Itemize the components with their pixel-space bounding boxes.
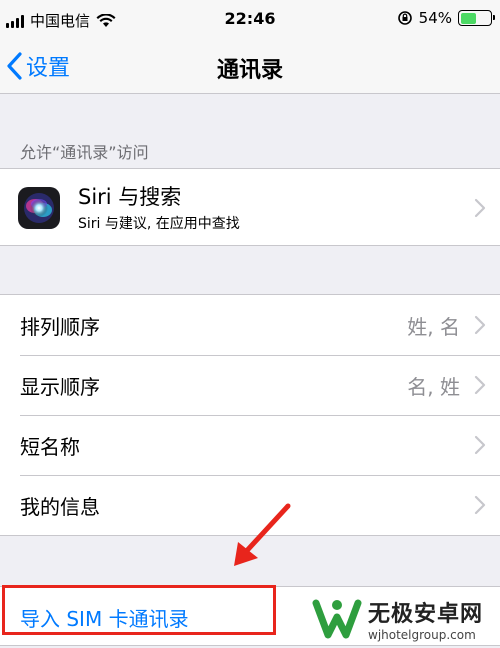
siri-subtitle: Siri 与建议, 在应用中查找 <box>78 216 240 232</box>
row-label: 短名称 <box>20 435 80 459</box>
status-bar: 中国电信 22:46 54% <box>0 0 500 40</box>
row-label: 我的信息 <box>20 495 100 519</box>
chevron-right-icon <box>474 315 486 335</box>
row-label: 排列顺序 <box>20 315 100 339</box>
row-value: 名, 姓 <box>407 375 460 399</box>
navigation-bar: 设置 通讯录 <box>0 40 500 94</box>
chevron-right-icon <box>474 375 486 395</box>
row-label: 显示顺序 <box>20 375 100 399</box>
siri-icon <box>18 187 60 229</box>
display-order-row[interactable]: 显示顺序 名, 姓 <box>0 355 500 415</box>
watermark-title: 无极安卓网 <box>368 602 484 627</box>
watermark-logo-icon <box>312 599 362 639</box>
battery-icon <box>458 10 495 26</box>
chevron-right-icon <box>474 495 486 515</box>
siri-search-row[interactable]: Siri 与搜索 Siri 与建议, 在应用中查找 <box>0 168 500 246</box>
siri-title: Siri 与搜索 <box>78 185 182 209</box>
battery-percent: 54% <box>418 9 452 27</box>
annotation-arrow-icon <box>234 503 291 566</box>
short-name-row[interactable]: 短名称 <box>0 415 500 475</box>
rotation-lock-icon <box>397 11 412 25</box>
section-header: 允许“通讯录”访问 <box>20 143 149 162</box>
watermark: 无极安卓网 wjhotelgroup.com <box>312 596 483 642</box>
sort-order-row[interactable]: 排列顺序 姓, 名 <box>0 295 500 355</box>
watermark-url: wjhotelgroup.com <box>368 628 476 642</box>
row-value: 姓, 名 <box>407 315 460 339</box>
highlight-box <box>2 585 276 635</box>
page-title: 通讯录 <box>216 58 283 83</box>
chevron-right-icon <box>474 435 486 455</box>
chevron-right-icon <box>474 198 486 218</box>
